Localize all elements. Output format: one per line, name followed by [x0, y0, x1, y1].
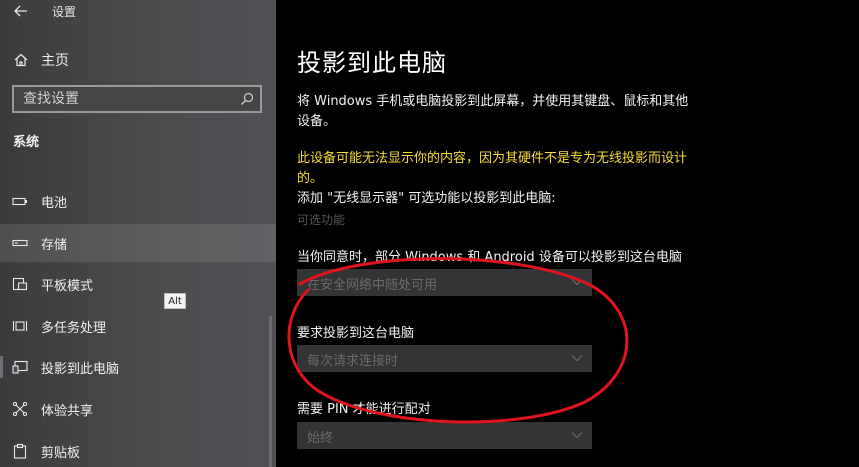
setting-label-require-pin: 需要 PIN 才能进行配对 — [297, 402, 431, 417]
chevron-down-icon — [571, 355, 583, 362]
sidebar-item-battery[interactable]: 电池 — [0, 182, 276, 220]
sidebar-item-label: 存储 — [41, 238, 68, 253]
shared-experiences-icon — [12, 401, 28, 417]
active-indicator — [0, 356, 3, 378]
sidebar-item-clipboard[interactable]: 剪贴板 — [0, 432, 276, 467]
multitasking-icon — [12, 321, 28, 331]
sidebar: 设置 主页 系统 电池 存储 平板模式 — [0, 0, 276, 467]
sidebar-item-tablet-mode[interactable]: 平板模式 — [0, 265, 276, 303]
section-title: 系统 — [13, 135, 40, 150]
search-input[interactable] — [14, 87, 243, 111]
sidebar-item-storage[interactable]: 存储 — [0, 224, 276, 262]
sidebar-item-label: 平板模式 — [41, 279, 94, 294]
sidebar-item-shared-experiences[interactable]: 体验共享 — [0, 390, 276, 428]
sidebar-item-label: 体验共享 — [41, 404, 94, 419]
ask-to-project-dropdown[interactable]: 每次请求连接时 — [297, 345, 592, 372]
search-icon[interactable] — [240, 92, 254, 106]
tablet-mode-icon — [12, 277, 28, 291]
clipboard-icon — [13, 443, 27, 459]
dropdown-value: 在安全网络中随处可用 — [307, 278, 438, 293]
page-title: 投影到此电脑 — [297, 49, 447, 77]
chevron-down-icon — [571, 279, 583, 286]
project-icon — [12, 360, 28, 374]
sidebar-item-multitasking[interactable]: 多任务处理 — [0, 307, 276, 345]
add-feature-text: 添加 "无线显示器" 可选功能以投影到此电脑: — [297, 191, 556, 206]
search-box — [12, 85, 262, 113]
window-title: 设置 — [52, 5, 77, 19]
hardware-warning: 此设备可能无法显示你的内容，因为其硬件不是专为无线投影而设计的。 — [297, 151, 688, 186]
availability-dropdown[interactable]: 在安全网络中随处可用 — [297, 269, 592, 296]
sidebar-item-label: 多任务处理 — [41, 321, 107, 336]
battery-icon — [12, 197, 27, 206]
home-icon — [14, 53, 28, 67]
dropdown-value: 始终 — [307, 431, 334, 446]
title-bar: 设置 — [0, 0, 276, 24]
sidebar-item-label: 投影到此电脑 — [41, 362, 120, 377]
dropdown-value: 每次请求连接时 — [307, 354, 399, 369]
main-content: 投影到此电脑 将 Windows 手机或电脑投影到此屏幕，并使用其键盘、鼠标和其… — [276, 0, 859, 467]
sidebar-item-label: 主页 — [41, 53, 69, 69]
page-description: 将 Windows 手机或电脑投影到此屏幕，并使用其键盘、鼠标和其他设备。 — [297, 94, 689, 129]
sidebar-item-home[interactable]: 主页 — [0, 44, 276, 76]
optional-features-link[interactable]: 可选功能 — [297, 211, 345, 228]
sidebar-item-label: 剪贴板 — [41, 446, 81, 461]
sidebar-item-project[interactable]: 投影到此电脑 — [0, 348, 276, 386]
storage-icon — [12, 239, 28, 247]
sidebar-item-label: 电池 — [41, 196, 68, 211]
back-button[interactable] — [11, 1, 31, 21]
setting-label-ask-to-project: 要求投影到这台电脑 — [297, 326, 415, 341]
alt-key-tooltip: Alt — [164, 293, 186, 309]
back-arrow-icon — [14, 5, 27, 17]
setting-label-availability: 当你同意时，部分 Windows 和 Android 设备可以投影到这台电脑 — [297, 250, 682, 265]
sidebar-scrollbar[interactable] — [269, 316, 272, 467]
chevron-down-icon — [571, 432, 583, 439]
require-pin-dropdown[interactable]: 始终 — [297, 422, 592, 449]
